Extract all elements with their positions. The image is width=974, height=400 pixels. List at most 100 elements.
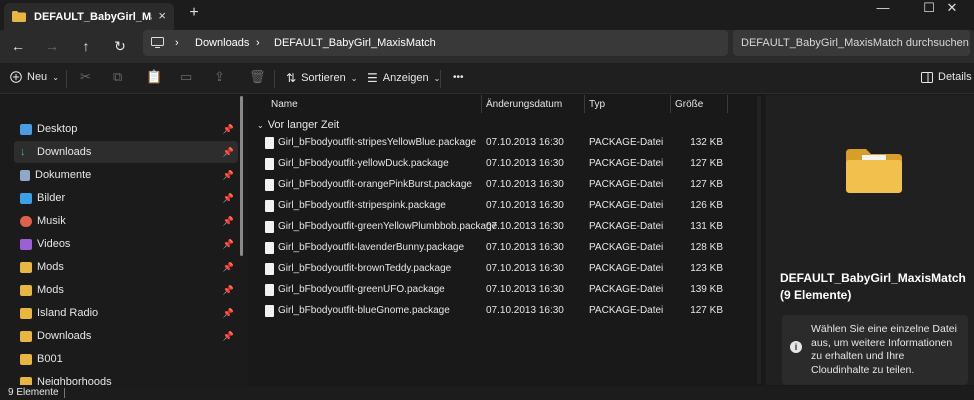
file-row[interactable]: Girl_bFbodyoutfit-yellowDuck.package 07.…	[249, 154, 749, 175]
more-options-button[interactable]: •••	[453, 72, 464, 83]
file-type: PACKAGE-Datei	[589, 305, 664, 316]
file-list: Name Änderungsdatum Typ Größe ⌄ Vor lange…	[249, 95, 764, 385]
delete-icon[interactable]: 🗑	[249, 69, 266, 85]
breadcrumb-separator: ›	[175, 37, 179, 49]
breadcrumb-downloads[interactable]: Downloads	[195, 37, 249, 49]
paste-icon[interactable]: 📋	[146, 69, 162, 85]
sidebar-item-pictures[interactable]: Bilder 📌	[20, 187, 238, 209]
group-header[interactable]: ⌄ Vor langer Zeit	[257, 119, 339, 131]
share-icon[interactable]: ⇪	[214, 69, 225, 85]
desktop-icon	[20, 123, 32, 135]
address-bar[interactable]: › Downloads › DEFAULT_BabyGirl_MaxisMatc…	[143, 30, 728, 56]
sidebar-item-downloads[interactable]: ↓ Downloads 📌	[14, 141, 238, 163]
sidebar-item-documents[interactable]: Dokumente 📌	[20, 164, 238, 186]
close-window-button[interactable]: ✕	[930, 1, 974, 15]
sidebar-item-music[interactable]: Musik 📌	[20, 210, 238, 232]
sidebar-item-desktop[interactable]: Desktop 📌	[20, 118, 238, 140]
details-pane-button[interactable]: Details	[921, 71, 972, 83]
chevron-down-icon: ⌄	[257, 121, 264, 130]
file-icon	[265, 158, 274, 170]
status-bar: 9 Elemente	[0, 386, 974, 400]
file-row[interactable]: Girl_bFbodyoutfit-lavenderBunny.package …	[249, 238, 749, 259]
rename-icon[interactable]: ▭	[180, 69, 192, 85]
info-text: Wählen Sie eine einzelne Datei aus, um w…	[811, 323, 957, 376]
column-header-name[interactable]: Name	[271, 99, 298, 110]
file-date: 07.10.2013 16:30	[486, 305, 564, 316]
column-header-type[interactable]: Typ	[589, 99, 605, 110]
sort-button[interactable]: ⇅ Sortieren ⌄	[286, 71, 357, 85]
file-size: 139 KB	[690, 284, 723, 295]
new-tab-button[interactable]: +	[184, 4, 204, 22]
back-button[interactable]: ←	[6, 36, 30, 56]
file-row[interactable]: Girl_bFbodyoutfit-brownTeddy.package 07.…	[249, 259, 749, 280]
column-divider[interactable]	[584, 95, 585, 113]
refresh-button[interactable]: ↻	[108, 36, 132, 56]
pin-icon[interactable]: 📌	[223, 308, 234, 319]
sidebar-item-label: Desktop	[37, 123, 78, 135]
folder-icon	[20, 353, 32, 365]
column-divider[interactable]	[670, 95, 671, 113]
folder-icon	[20, 330, 32, 342]
sidebar-item-island-radio[interactable]: Island Radio 📌	[20, 302, 238, 324]
file-size: 132 KB	[690, 137, 723, 148]
minimize-button[interactable]: —	[860, 1, 906, 15]
details-pane-icon	[921, 71, 933, 83]
sidebar-item-label: Bilder	[37, 192, 66, 204]
column-divider[interactable]	[481, 95, 482, 113]
pin-icon[interactable]: 📌	[223, 285, 234, 296]
forward-button[interactable]: →	[40, 36, 64, 56]
view-button-label: Anzeigen	[382, 72, 429, 84]
pin-icon[interactable]: 📌	[223, 124, 234, 135]
pin-icon[interactable]: 📌	[223, 147, 234, 158]
pin-icon[interactable]: 📌	[223, 216, 234, 227]
file-row[interactable]: Girl_bFbodyoutfit-stripesYellowBlue.pack…	[249, 133, 749, 154]
file-name: Girl_bFbodyoutfit-lavenderBunny.package	[278, 242, 465, 253]
chevron-down-icon: ⌄	[52, 72, 59, 82]
file-date: 07.10.2013 16:30	[486, 200, 564, 211]
up-button[interactable]: ↑	[74, 36, 98, 56]
item-count: 9 Elemente	[8, 387, 59, 398]
sidebar-scrollbar[interactable]	[240, 96, 243, 256]
breadcrumb-current-folder[interactable]: DEFAULT_BabyGirl_MaxisMatch	[274, 37, 436, 49]
column-header-date[interactable]: Änderungsdatum	[486, 99, 562, 110]
file-date: 07.10.2013 16:30	[486, 242, 564, 253]
file-row[interactable]: Girl_bFbodyoutfit-orangePinkBurst.packag…	[249, 175, 749, 196]
sidebar-item-mods[interactable]: Mods 📌	[20, 256, 238, 278]
column-divider[interactable]	[727, 95, 728, 113]
new-button[interactable]: Neu ⌄	[10, 71, 59, 83]
view-button[interactable]: ☰ Anzeigen ⌄	[367, 71, 440, 85]
title-bar: DEFAULT_BabyGirl_MaxisMatch × + — ☐ ✕	[0, 0, 974, 30]
pin-icon[interactable]: 📌	[223, 193, 234, 204]
tab-close-button[interactable]: ×	[158, 8, 166, 23]
file-row[interactable]: Girl_bFbodyoutfit-greenYellowPlumbbob.pa…	[249, 217, 749, 238]
column-header-size[interactable]: Größe	[675, 99, 703, 110]
sidebar-item-mods-2[interactable]: Mods 📌	[20, 279, 238, 301]
sidebar-item-downloads-folder[interactable]: Downloads 📌	[20, 325, 238, 347]
sidebar-item-label: B001	[37, 353, 63, 365]
tab-active[interactable]: DEFAULT_BabyGirl_MaxisMatch ×	[4, 3, 174, 30]
download-icon: ↓	[20, 145, 26, 158]
file-row[interactable]: Girl_bFbodyoutfit-stripespink.package 07…	[249, 196, 749, 217]
sidebar-item-label: Mods	[37, 261, 64, 273]
sidebar-item-videos[interactable]: Videos 📌	[20, 233, 238, 255]
file-date: 07.10.2013 16:30	[486, 158, 564, 169]
pin-icon[interactable]: 📌	[223, 170, 234, 181]
sidebar-item-neighborhoods[interactable]: Neighborhoods	[20, 371, 238, 385]
monitor-icon	[151, 37, 164, 48]
details-pane: DEFAULT_BabyGirl_MaxisMatch (9 Elemente)…	[766, 95, 974, 385]
pin-icon[interactable]: 📌	[223, 331, 234, 342]
cut-icon[interactable]: ✂	[80, 69, 91, 85]
search-input[interactable]: DEFAULT_BabyGirl_MaxisMatch durchsuchen	[733, 30, 970, 56]
file-list-scrollbar[interactable]	[757, 96, 761, 384]
pin-icon[interactable]: 📌	[223, 239, 234, 250]
chevron-down-icon: ⌄	[350, 73, 358, 83]
file-row[interactable]: Girl_bFbodyoutfit-blueGnome.package 07.1…	[249, 301, 749, 322]
file-icon	[265, 221, 274, 233]
file-name: Girl_bFbodyoutfit-stripesYellowBlue.pack…	[278, 137, 477, 148]
copy-icon[interactable]: ⧉	[113, 69, 122, 85]
pin-icon[interactable]: 📌	[223, 262, 234, 273]
sidebar-item-b001[interactable]: B001	[20, 348, 238, 370]
file-row[interactable]: Girl_bFbodyoutfit-greenUFO.package 07.10…	[249, 280, 749, 301]
command-bar: Neu ⌄ ✂ ⧉ 📋 ▭ ⇪ 🗑 ⇅ Sortieren ⌄ ☰ Anzeig…	[0, 63, 974, 94]
folder-preview-icon	[846, 149, 902, 193]
